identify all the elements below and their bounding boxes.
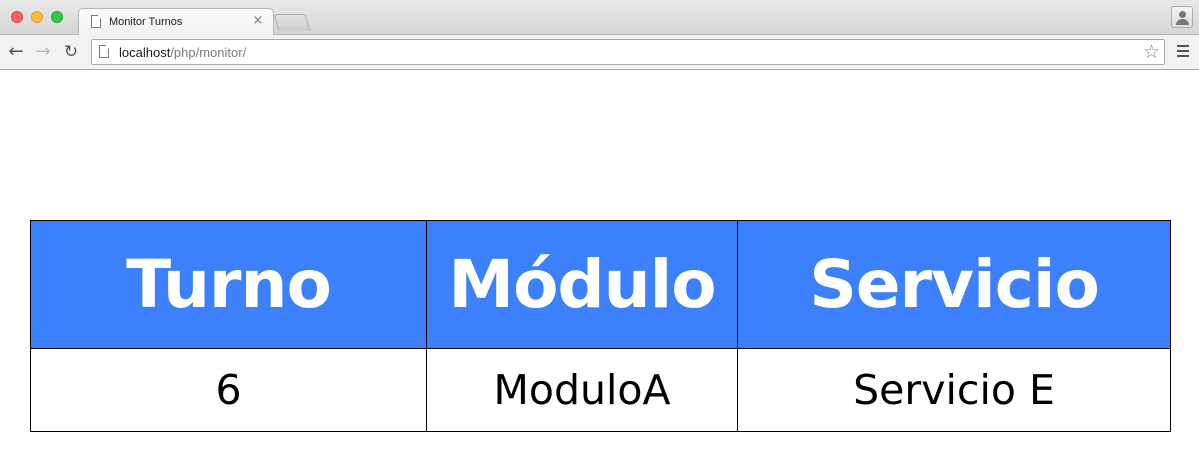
reload-button[interactable]: ↻ (60, 40, 82, 64)
page-icon (91, 15, 101, 28)
tab-close-icon[interactable]: × (251, 13, 265, 28)
header-turno: Turno (30, 220, 427, 349)
browser-menu-button[interactable] (1177, 45, 1191, 59)
close-window-button[interactable] (11, 11, 23, 23)
url-text[interactable]: localhost/php/monitor/ (119, 45, 246, 60)
header-modulo: Módulo (426, 220, 738, 349)
back-button[interactable]: ← (5, 40, 27, 64)
person-icon (1179, 11, 1186, 18)
new-tab-button[interactable] (273, 14, 311, 31)
reload-icon: ↻ (63, 42, 79, 62)
table-header-row: Turno Módulo Servicio (30, 220, 1171, 349)
arrow-left-icon: ← (8, 41, 24, 62)
bookmark-star-icon[interactable]: ☆ (1143, 41, 1160, 63)
forward-button[interactable]: → (32, 40, 54, 64)
cell-servicio: Servicio E (737, 348, 1171, 432)
address-bar[interactable]: localhost/php/monitor/ ☆ (91, 39, 1165, 65)
browser-tab-bar: Monitor Turnos × (0, 0, 1199, 36)
cell-modulo: ModuloA (426, 348, 738, 432)
arrow-right-icon: → (35, 41, 51, 62)
tab-title: Monitor Turnos (109, 16, 183, 28)
cell-turno: 6 (30, 348, 427, 432)
minimize-window-button[interactable] (31, 11, 43, 23)
header-servicio: Servicio (737, 220, 1171, 349)
page-content: Turno Módulo Servicio 6 ModuloA Servicio… (0, 71, 1199, 469)
browser-toolbar: ← → ↻ localhost/php/monitor/ ☆ (0, 35, 1199, 70)
page-icon (99, 45, 109, 58)
table-row: 6 ModuloA Servicio E (30, 348, 1171, 432)
profile-button[interactable] (1171, 6, 1193, 28)
url-host: localhost (119, 45, 171, 60)
turn-monitor-table: Turno Módulo Servicio 6 ModuloA Servicio… (30, 220, 1171, 432)
zoom-window-button[interactable] (51, 11, 63, 23)
url-path: /php/monitor/ (170, 45, 247, 60)
browser-tab[interactable]: Monitor Turnos × (78, 8, 274, 36)
